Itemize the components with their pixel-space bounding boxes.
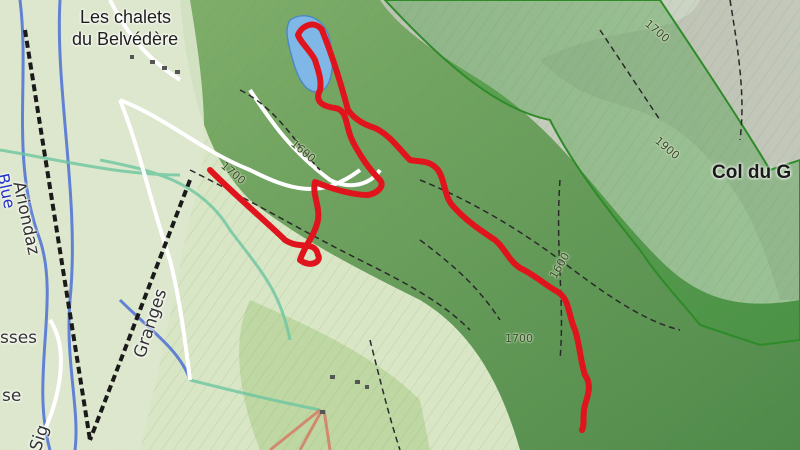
street-label-fragment-se: se — [2, 386, 22, 406]
pass-label: Col du G — [712, 162, 792, 183]
place-label-line2: du Belvédère — [72, 29, 179, 49]
topographic-map[interactable]: Les chalets du Belvédère Col du G Ariond… — [0, 0, 800, 450]
place-label-line1: Les chalets — [80, 7, 172, 27]
contour-label-1700-c: 1700 — [505, 332, 533, 345]
map-canvas — [0, 0, 800, 450]
street-label-fragment-sses: sses — [0, 328, 38, 348]
